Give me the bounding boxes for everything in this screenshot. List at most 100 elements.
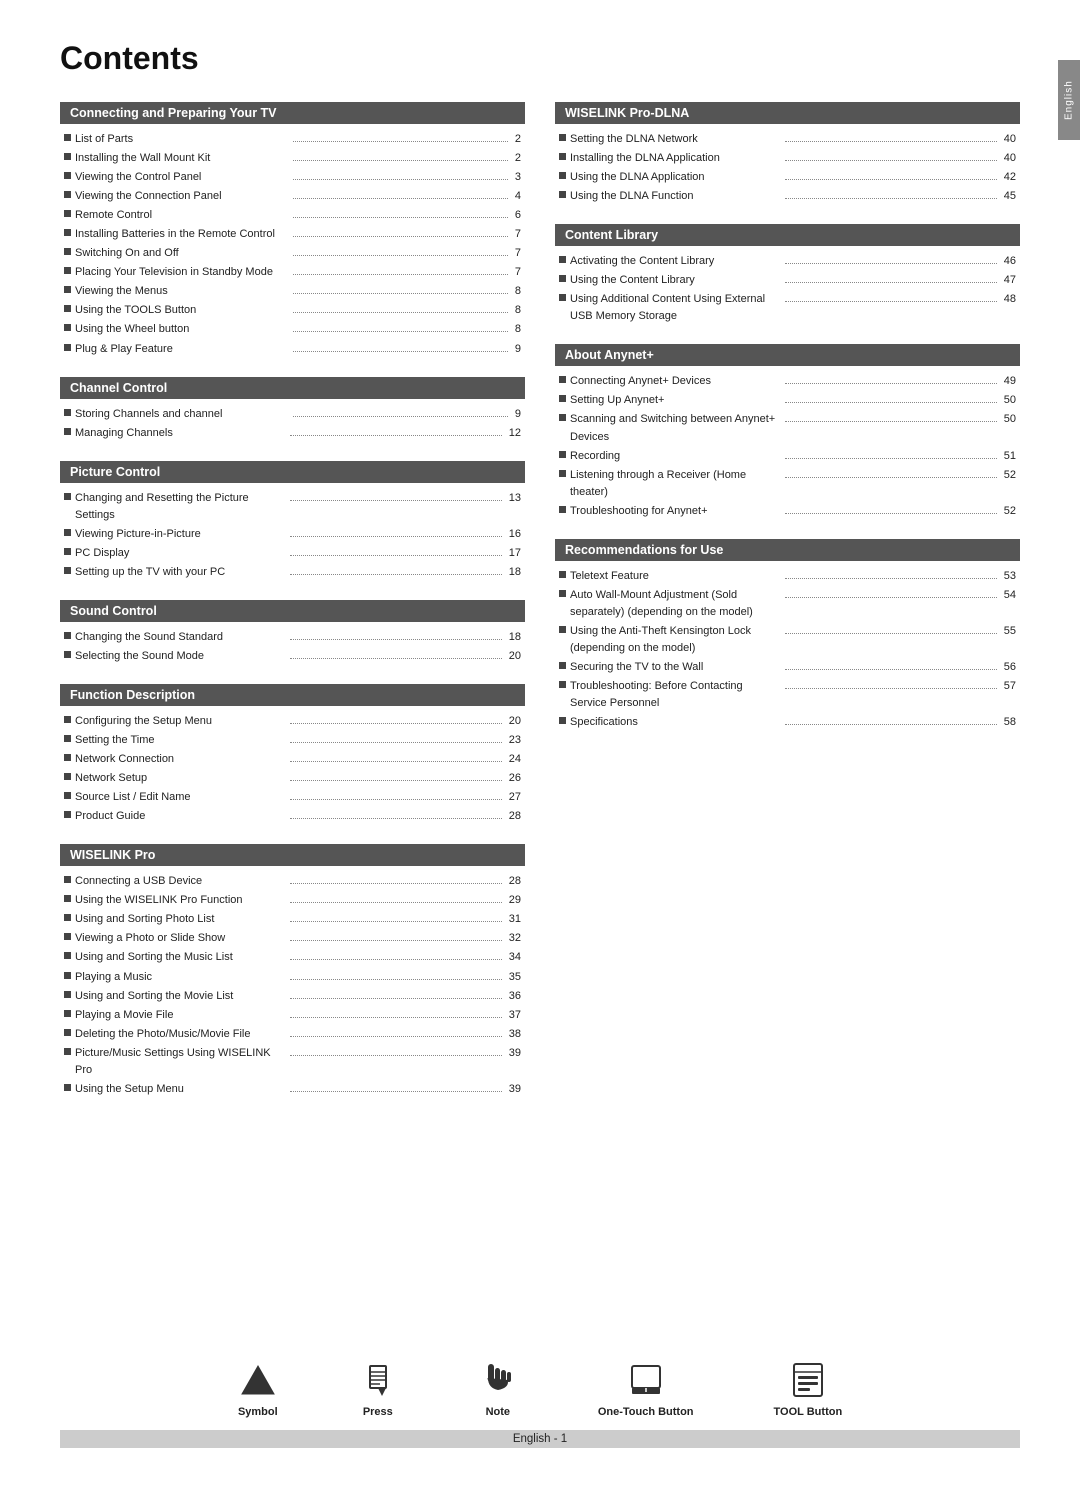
bullet-icon — [559, 717, 566, 724]
item-dots — [785, 373, 997, 384]
bullet-icon — [64, 651, 71, 658]
item-dots — [290, 892, 502, 903]
footer-icon-label: One-Touch Button — [598, 1406, 694, 1418]
list-item: Scanning and Switching between Anynet+ D… — [559, 410, 1016, 446]
item-dots — [785, 253, 997, 264]
bullet-icon — [64, 895, 71, 902]
list-item: Network Setup26 — [64, 769, 521, 788]
item-label: Plug & Play Feature — [75, 341, 290, 358]
right-column: WISELINK Pro-DLNA Setting the DLNA Networ… — [555, 102, 1020, 1117]
section-items-sound: Changing the Sound Standard18Selecting t… — [60, 628, 525, 666]
item-page: 51 — [1000, 448, 1016, 465]
list-item: Viewing a Photo or Slide Show32 — [64, 929, 521, 948]
item-page: 49 — [1000, 373, 1016, 390]
section-connecting: Connecting and Preparing Your TV List of … — [60, 102, 525, 359]
item-label: Viewing the Control Panel — [75, 169, 290, 186]
page-title: Contents — [60, 40, 1020, 77]
bullet-icon — [64, 567, 71, 574]
bullet-icon — [559, 506, 566, 513]
item-dots — [293, 283, 508, 294]
item-label: Managing Channels — [75, 425, 287, 442]
item-label: Using and Sorting the Movie List — [75, 988, 287, 1005]
item-dots — [293, 207, 508, 218]
bullet-icon — [64, 1029, 71, 1036]
section-anynet: About Anynet+Connecting Anynet+ Devices4… — [555, 344, 1020, 520]
item-dots — [785, 411, 997, 422]
bullet-icon — [64, 1048, 71, 1055]
item-dots — [290, 873, 502, 884]
item-page: 40 — [1000, 131, 1016, 148]
section-wiselink: WISELINK ProConnecting a USB Device28Usi… — [60, 844, 525, 1099]
list-item: Managing Channels12 — [64, 424, 521, 443]
item-label: Installing the Wall Mount Kit — [75, 150, 290, 167]
bullet-icon — [559, 662, 566, 669]
section-channel: Channel ControlStoring Channels and chan… — [60, 377, 525, 443]
bullet-icon — [64, 991, 71, 998]
footer-icon-label: Note — [486, 1406, 510, 1418]
section-items-connecting: List of Parts2Installing the Wall Mount … — [60, 130, 525, 359]
section-items-recommendations: Teletext Feature53Auto Wall-Mount Adjust… — [555, 567, 1020, 732]
bullet-icon — [64, 248, 71, 255]
bullet-icon — [559, 414, 566, 421]
footer-icon-label: TOOL Button — [774, 1406, 843, 1418]
item-label: Product Guide — [75, 808, 287, 825]
item-page: 32 — [505, 930, 521, 947]
section-header-recommendations: Recommendations for Use — [555, 539, 1020, 561]
item-label: Picture/Music Settings Using WISELINK Pr… — [75, 1045, 287, 1079]
item-dots — [293, 226, 508, 237]
list-item: Using the Setup Menu39 — [64, 1080, 521, 1099]
item-dots — [293, 150, 508, 161]
item-page: 50 — [1000, 411, 1016, 445]
item-page: 48 — [1000, 291, 1016, 325]
item-dots — [785, 291, 997, 302]
bullet-icon — [559, 376, 566, 383]
list-item: Activating the Content Library46 — [559, 252, 1016, 271]
bullet-icon — [64, 529, 71, 536]
section-sound: Sound ControlChanging the Sound Standard… — [60, 600, 525, 666]
contents-layout: Connecting and Preparing Your TV List of … — [60, 102, 1020, 1117]
page-number: English - 1 — [60, 1430, 1020, 1448]
section-header-wiselink: WISELINK Pro — [60, 844, 525, 866]
item-dots — [293, 169, 508, 180]
section-items-picture: Changing and Resetting the Picture Setti… — [60, 489, 525, 582]
item-page: 58 — [1000, 714, 1016, 731]
item-page: 46 — [1000, 253, 1016, 270]
list-item: Using and Sorting the Music List34 — [64, 948, 521, 967]
list-item: Specifications 58 — [559, 713, 1016, 732]
list-item: Using the Anti-Theft Kensington Lock (de… — [559, 622, 1016, 658]
list-item: Connecting Anynet+ Devices49 — [559, 372, 1016, 391]
item-label: Using the DLNA Application — [570, 169, 782, 186]
item-dots — [785, 568, 997, 579]
bullet-icon — [559, 590, 566, 597]
section-header-channel: Channel Control — [60, 377, 525, 399]
item-dots — [290, 564, 502, 575]
item-label: Connecting a USB Device — [75, 873, 287, 890]
bullet-icon — [559, 191, 566, 198]
list-item: Installing the Wall Mount Kit2 — [64, 149, 521, 168]
item-dots — [785, 131, 997, 142]
list-item: PC Display17 — [64, 544, 521, 563]
item-label: Playing a Music — [75, 969, 287, 986]
item-label: Configuring the Setup Menu — [75, 713, 287, 730]
section-items-function: Configuring the Setup Menu20Setting the … — [60, 712, 525, 826]
list-item: Installing Batteries in the Remote Contr… — [64, 225, 521, 244]
list-item: Network Connection24 — [64, 750, 521, 769]
item-label: Changing and Resetting the Picture Setti… — [75, 490, 287, 524]
item-page: 38 — [505, 1026, 521, 1043]
item-page: 2 — [511, 131, 521, 148]
item-label: Changing the Sound Standard — [75, 629, 287, 646]
item-dots — [290, 1026, 502, 1037]
item-label: Specifications — [570, 714, 782, 731]
item-label: Network Connection — [75, 751, 287, 768]
item-page: 34 — [505, 949, 521, 966]
section-header-wiselink-dlna: WISELINK Pro-DLNA — [555, 102, 1020, 124]
bullet-icon — [64, 914, 71, 921]
item-page: 9 — [511, 341, 521, 358]
item-label: Playing a Movie File — [75, 1007, 287, 1024]
list-item: Using the DLNA Function45 — [559, 187, 1016, 206]
section-header-connecting: Connecting and Preparing Your TV — [60, 102, 525, 124]
item-label: Setting the DLNA Network — [570, 131, 782, 148]
list-item: Setting the DLNA Network 40 — [559, 130, 1016, 149]
item-page: 17 — [505, 545, 521, 562]
list-item: Placing Your Television in Standby Mode7 — [64, 263, 521, 282]
